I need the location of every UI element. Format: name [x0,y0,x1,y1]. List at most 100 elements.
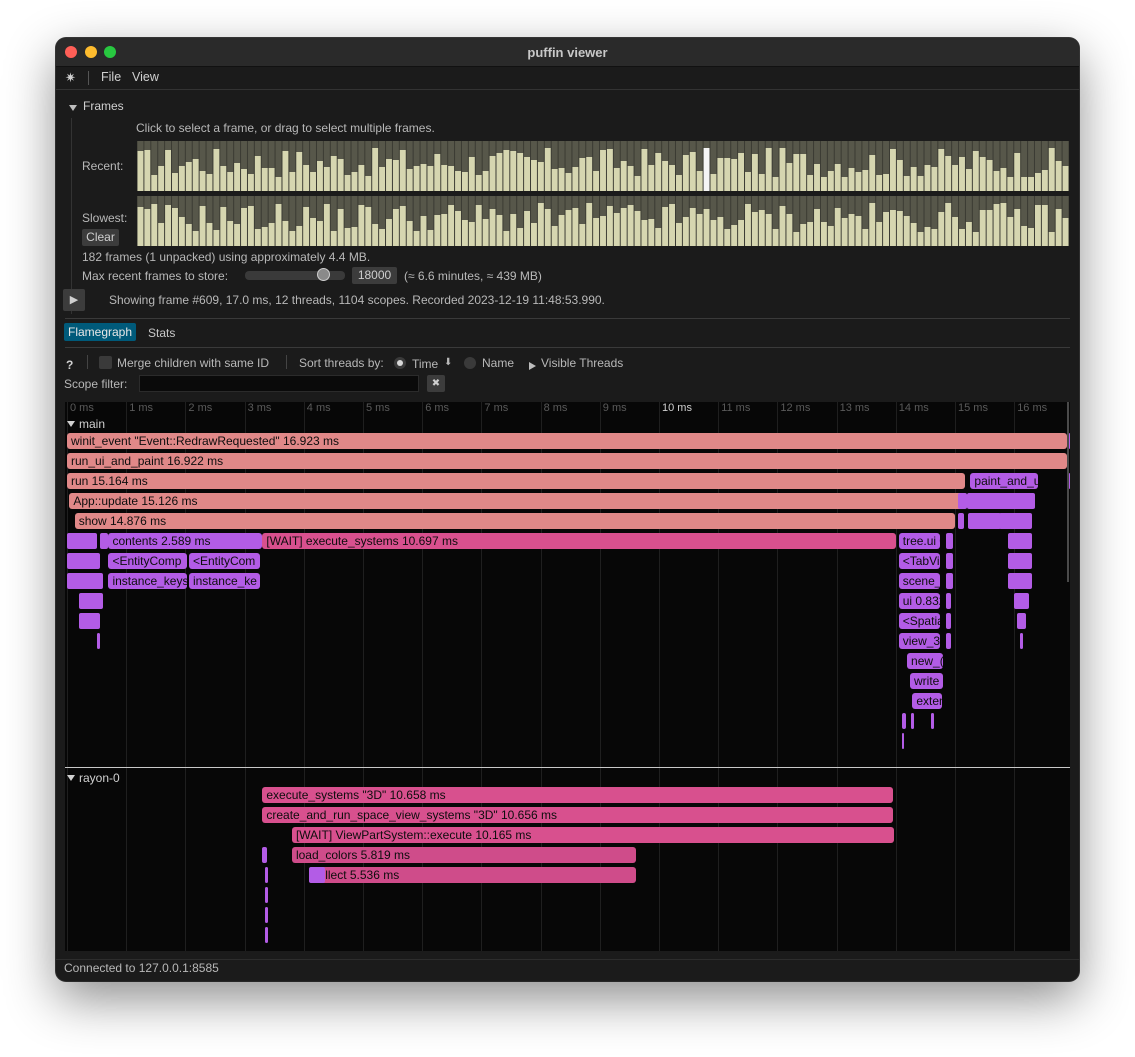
frame-bar[interactable] [986,210,993,246]
frame-bar[interactable] [158,166,165,191]
frame-bar[interactable] [848,168,855,191]
frame-bar[interactable] [965,169,972,191]
frame-bar[interactable] [896,211,903,246]
frame-bar[interactable] [579,224,586,246]
file-menu[interactable]: File [101,70,121,84]
frame-bar[interactable] [703,209,710,246]
frame-bar[interactable] [641,149,648,191]
frame-bar[interactable] [544,209,551,246]
frame-bar[interactable] [503,231,510,246]
scope-fragment[interactable] [265,887,268,903]
frame-bar[interactable] [489,209,496,246]
frame-bar[interactable] [144,150,151,191]
scope-fragment[interactable] [308,867,326,883]
frame-bar[interactable] [475,175,482,191]
frame-bar[interactable] [351,227,358,246]
frame-bar[interactable] [731,159,738,191]
frame-bar[interactable] [634,211,641,246]
scope-bar[interactable]: <TabVie [898,553,941,569]
scope-fragment[interactable] [1069,433,1070,449]
frame-bar[interactable] [572,208,579,246]
frame-bar[interactable] [945,203,952,246]
scope-fragment[interactable] [1008,573,1032,589]
frame-bar[interactable] [1048,148,1055,191]
frame-bar[interactable] [247,206,254,246]
frame-bar[interactable] [254,229,261,246]
visible-threads-toggle[interactable]: Visible Threads [541,356,623,370]
frame-bar[interactable] [724,158,731,191]
frame-bar[interactable] [461,220,468,246]
frame-bar[interactable] [337,209,344,246]
frame-bar[interactable] [586,203,593,246]
frame-bar[interactable] [455,171,461,191]
frame-bar[interactable] [696,171,703,191]
frame-bar[interactable] [938,212,945,246]
frame-bar[interactable] [524,157,531,191]
frame-bar[interactable] [524,211,531,246]
scope-bar[interactable]: contents 2.589 ms [108,533,262,549]
play-button[interactable]: ▶ [63,289,85,311]
sort-time-radio[interactable] [394,357,406,369]
frame-bar[interactable] [206,223,213,246]
frame-bar[interactable] [448,166,455,191]
frame-bar[interactable] [1014,209,1021,246]
frame-bar[interactable] [531,223,537,246]
frame-bar[interactable] [586,157,593,191]
scope-fragment[interactable] [99,533,109,549]
scope-bar[interactable]: create_and_run_space_view_systems "3D" 1… [262,807,894,823]
scope-fragment[interactable] [262,847,268,863]
frame-bar[interactable] [834,208,841,246]
scope-bar[interactable]: new_( [907,653,943,669]
slowest-frames-strip[interactable] [137,196,1069,246]
frame-bar[interactable] [137,151,144,191]
frame-bar[interactable] [455,211,461,246]
help-button[interactable]: ? [66,358,73,372]
frame-bar[interactable] [993,204,1000,246]
frame-bar[interactable] [827,226,834,246]
frame-bar[interactable] [890,210,896,246]
flamegraph-canvas[interactable]: 0 ms 1 ms 2 ms 3 ms 4 ms 5 ms 6 ms 7 ms 8 ms 9 ms… [65,402,1070,951]
frame-bar[interactable] [151,175,158,191]
frame-bar[interactable] [903,216,910,246]
scope-fragment[interactable] [946,633,951,649]
frame-bar[interactable] [1007,177,1014,191]
frame-bar[interactable] [655,153,662,191]
frame-bar[interactable] [448,205,455,246]
frame-bar[interactable] [220,166,227,191]
frame-bar[interactable] [917,176,924,191]
frame-bar[interactable] [406,221,413,246]
scope-fragment[interactable] [946,553,954,569]
frame-bar[interactable] [662,207,669,246]
frame-bar[interactable] [965,222,972,246]
scope-fragment[interactable] [910,713,914,729]
frame-bar[interactable] [565,210,572,246]
frame-bar[interactable] [972,232,979,246]
frame-bar[interactable] [137,207,144,246]
frame-bar[interactable] [896,160,903,191]
frame-bar[interactable] [178,166,185,191]
scope-bar[interactable]: show 14.876 ms [74,513,956,529]
scope-fragment[interactable] [1008,533,1032,549]
frame-bar[interactable] [627,166,634,191]
frame-bar[interactable] [952,217,959,246]
frame-bar[interactable] [330,231,337,246]
frame-bar[interactable] [558,215,565,246]
scope-bar[interactable]: exten [912,693,942,709]
frame-bar[interactable] [475,205,482,246]
scope-bar[interactable]: [WAIT] execute_systems 10.697 ms [262,533,896,549]
frame-bar[interactable] [1048,232,1055,246]
frame-bar[interactable] [579,158,586,191]
frame-bar[interactable] [779,206,786,246]
frame-bar[interactable] [758,210,765,246]
frame-bar[interactable] [496,215,503,246]
frame-bar[interactable] [144,209,151,246]
frame-bar[interactable] [206,174,213,191]
frame-bar[interactable] [689,208,696,246]
frame-bar[interactable] [648,165,655,191]
frame-bar[interactable] [241,169,247,191]
frame-bar[interactable] [165,205,172,246]
frame-bar[interactable] [655,228,662,246]
scope-fragment[interactable] [78,593,103,609]
frame-bar[interactable] [710,220,717,246]
frame-bar[interactable] [1062,166,1069,191]
